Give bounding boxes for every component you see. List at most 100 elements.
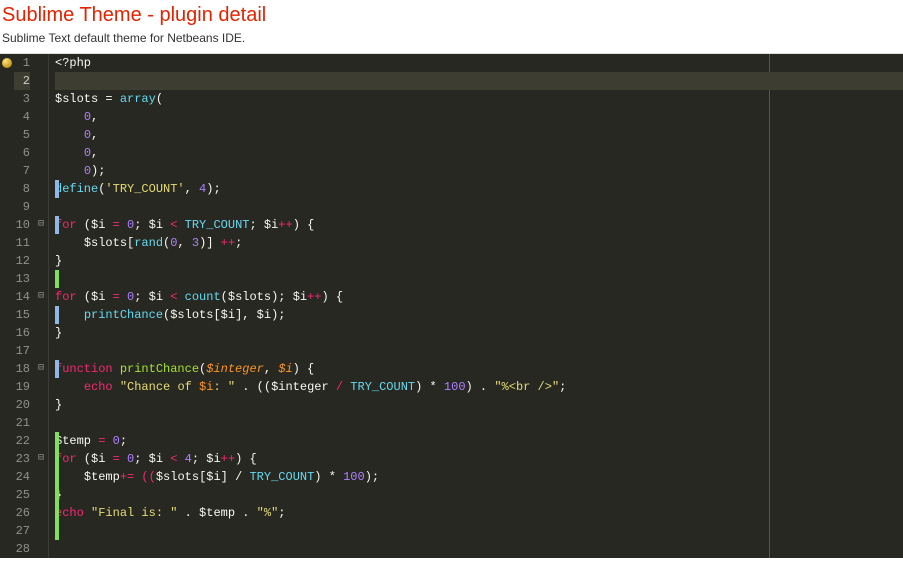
fold-toggle[interactable] [34,378,48,396]
line-number[interactable]: 11 [14,234,30,252]
code-line[interactable]: echo "Final is: " . $temp . "%"; [55,504,903,522]
fold-toggle[interactable] [34,198,48,216]
code-line[interactable]: 0, [55,108,903,126]
code-line[interactable] [55,414,903,432]
fold-toggle[interactable] [34,504,48,522]
pun: ; [559,380,566,394]
line-number[interactable]: 20 [14,396,30,414]
variable: $i [206,470,220,484]
line-number[interactable]: 17 [14,342,30,360]
line-number[interactable]: 10 [14,216,30,234]
line-number[interactable]: 24 [14,468,30,486]
lightbulb-icon[interactable] [2,58,12,68]
fold-toggle[interactable] [34,108,48,126]
line-number[interactable]: 3 [14,90,30,108]
fold-toggle[interactable] [34,126,48,144]
fold-toggle[interactable] [34,522,48,540]
line-number[interactable]: 28 [14,540,30,558]
fold-toggle[interactable] [34,234,48,252]
code-line[interactable]: printChance($slots[$i], $i); [55,306,903,324]
code-line[interactable] [55,72,903,90]
line-number[interactable]: 26 [14,504,30,522]
fold-toggle[interactable] [34,486,48,504]
code-line[interactable]: $slots = array( [55,90,903,108]
code-editor[interactable]: 1234567891011121314151617181920212223242… [0,54,903,558]
fn: count [185,290,221,304]
line-number[interactable]: 27 [14,522,30,540]
fold-toggle[interactable] [34,396,48,414]
code-line[interactable]: $temp = 0; [55,432,903,450]
line-number[interactable]: 4 [14,108,30,126]
line-number[interactable]: 21 [14,414,30,432]
code-area[interactable]: <?php $slots = array( 0, 0, 0, 0); defin… [49,54,903,558]
string: "%<br />" [494,380,559,394]
fold-toggle[interactable] [34,252,48,270]
line-number[interactable]: 15 [14,306,30,324]
line-number[interactable]: 8 [14,180,30,198]
line-number[interactable]: 13 [14,270,30,288]
code-line[interactable]: 0, [55,144,903,162]
line-number[interactable]: 12 [14,252,30,270]
line-number[interactable]: 5 [14,126,30,144]
code-line[interactable]: for ($i = 0; $i < TRY_COUNT; $i++) { [55,216,903,234]
line-number[interactable]: 16 [14,324,30,342]
code-line[interactable] [55,540,903,558]
line-number[interactable]: 25 [14,486,30,504]
code-line[interactable]: } [55,252,903,270]
code-line[interactable] [55,270,903,288]
fold-toggle[interactable] [34,72,48,90]
fold-toggle[interactable] [34,270,48,288]
fold-toggle[interactable] [34,468,48,486]
fold-toggle[interactable]: ⊟ [34,216,48,234]
fold-toggle[interactable] [34,324,48,342]
op: ++ [221,452,235,466]
string: "Chance of [120,380,199,394]
line-number[interactable]: 1 [14,54,30,72]
fold-toggle[interactable] [34,342,48,360]
fold-toggle[interactable] [34,90,48,108]
fold-toggle[interactable]: ⊟ [34,288,48,306]
code-line[interactable]: <?php [55,54,903,72]
fold-toggle[interactable]: ⊟ [34,450,48,468]
line-number[interactable]: 2 [14,72,30,90]
change-marker [55,360,59,378]
code-line[interactable] [55,198,903,216]
fold-toggle[interactable] [34,54,48,72]
code-line[interactable]: for ($i = 0; $i < count($slots); $i++) { [55,288,903,306]
op: / [329,380,351,394]
breakpoint-column[interactable] [0,54,14,558]
fold-toggle[interactable] [34,306,48,324]
line-number[interactable]: 7 [14,162,30,180]
code-line[interactable]: define('TRY_COUNT', 4); [55,180,903,198]
fold-toggle[interactable]: ⊟ [34,360,48,378]
code-line[interactable]: } [55,324,903,342]
line-number[interactable]: 6 [14,144,30,162]
code-line[interactable]: 0, [55,126,903,144]
op: = [105,290,127,304]
line-number[interactable]: 19 [14,378,30,396]
fold-toggle[interactable] [34,432,48,450]
code-line[interactable]: 0); [55,162,903,180]
fold-toggle[interactable] [34,180,48,198]
fold-column[interactable]: ⊟ ⊟ ⊟ ⊟ [34,54,48,558]
variable: $i [149,290,163,304]
pun: ; [134,218,148,232]
code-line[interactable] [55,522,903,540]
code-line[interactable]: function printChance($integer, $i) { [55,360,903,378]
line-number[interactable]: 9 [14,198,30,216]
code-line[interactable] [55,342,903,360]
line-number[interactable]: 23 [14,450,30,468]
fold-toggle[interactable] [34,162,48,180]
code-line[interactable]: } [55,396,903,414]
code-line[interactable]: echo "Chance of $i: " . (($integer / TRY… [55,378,903,396]
fold-toggle[interactable] [34,540,48,558]
code-line[interactable]: for ($i = 0; $i < 4; $i++) { [55,450,903,468]
code-line[interactable]: $temp+= (($slots[$i] / TRY_COUNT) * 100)… [55,468,903,486]
code-line[interactable]: $slots[rand(0, 3)] ++; [55,234,903,252]
line-number[interactable]: 18 [14,360,30,378]
line-number[interactable]: 22 [14,432,30,450]
fold-toggle[interactable] [34,414,48,432]
line-number[interactable]: 14 [14,288,30,306]
code-line[interactable]: } [55,486,903,504]
fold-toggle[interactable] [34,144,48,162]
